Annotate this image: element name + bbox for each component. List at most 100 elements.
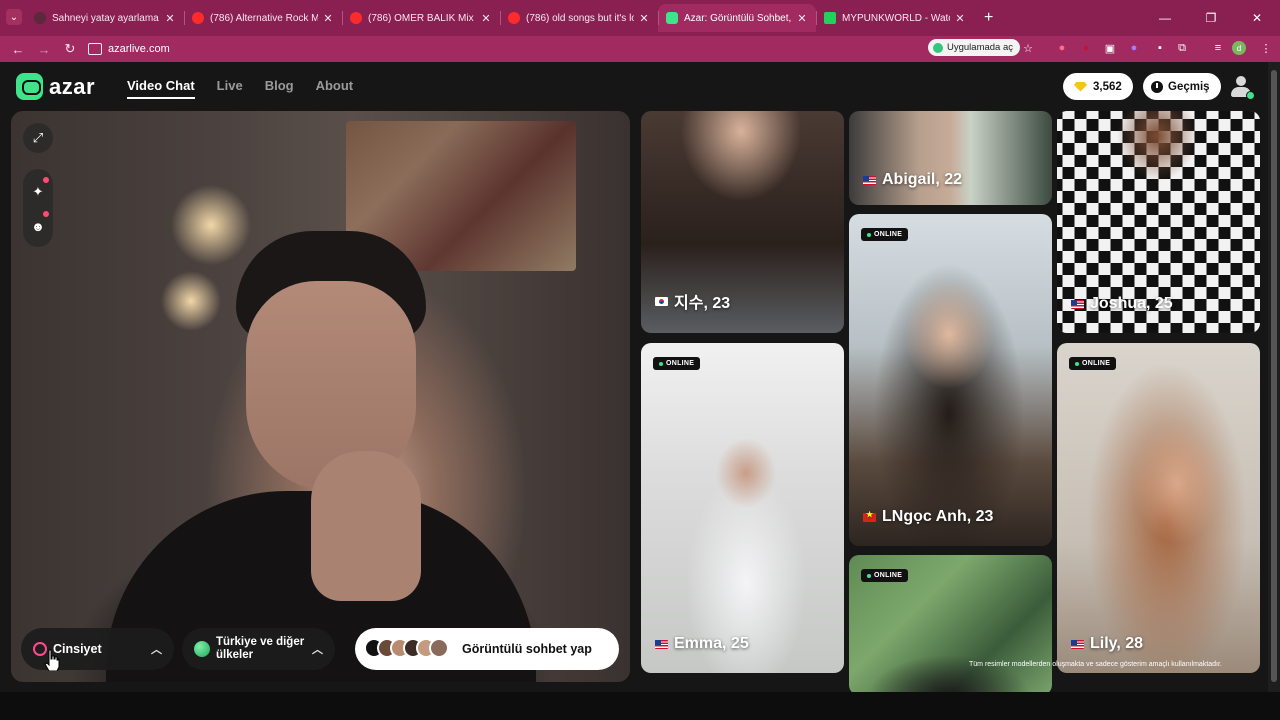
expand-icon[interactable]: ⤢ [23,123,53,153]
youtube-favicon-icon [350,12,362,24]
minimize-icon[interactable]: — [1142,0,1188,36]
new-tab-button[interactable]: + [974,4,1003,32]
flag-us-icon [1071,299,1084,309]
history-label: Geçmiş [1168,80,1210,93]
browser-tab[interactable]: (786) Alternative Rock Mix Playlist ✕ [184,4,342,32]
gender-label: Cinsiyet [53,642,102,656]
model-card[interactable]: Joshua, 25 [1057,111,1260,333]
model-card[interactable]: 지수, 23 [641,111,844,333]
url-field[interactable]: azarlive.com [88,39,170,59]
restore-icon[interactable]: ❐ [1188,0,1234,36]
region-label-line1: Türkiye ve diğer [216,636,305,648]
flag-vn-icon [863,510,876,522]
close-icon[interactable]: ✕ [1234,0,1280,36]
browser-menu-icon[interactable]: ⋮ [1258,40,1274,56]
hand-cursor-icon [44,649,60,671]
avatar-head [1236,76,1246,86]
tab-title: MYPUNKWORLD - Watch clips [842,12,950,24]
tab-close-icon[interactable]: ✕ [322,12,334,25]
history-button[interactable]: Geçmiş [1143,73,1221,100]
media-control-icon[interactable]: ≡ [1210,40,1226,56]
url-text: azarlive.com [108,43,170,55]
model-photo [641,343,844,673]
tab-title: Azar: Görüntülü Sohbet, Anlık [684,12,792,24]
user-hand [311,451,421,601]
model-card[interactable]: ONLINE [849,555,1052,692]
browser-tab[interactable]: (786) OMER BALIK Mix - Best of ✕ [342,4,500,32]
extension-icon[interactable]: ▣ [1102,40,1118,56]
camera-preview: ⤢ ✦ ☻ Cinsiyet ︿ Türkiye ve diğer ülkele… [11,111,630,682]
model-photo [1057,343,1260,673]
model-name-text: 지수, 23 [674,295,731,312]
start-video-chat-button[interactable]: Görüntülü sohbet yap [355,628,619,670]
region-filter-button[interactable]: Türkiye ve diğer ülkeler ︿ [182,628,335,670]
back-icon[interactable]: ← [6,39,30,59]
model-name-text: Emma, 25 [674,635,749,652]
extension-icon[interactable]: ● [1126,40,1142,56]
browser-tab-active[interactable]: Azar: Görüntülü Sohbet, Anlık ✕ [658,4,816,32]
flag-us-icon [1071,639,1084,649]
online-badge: ONLINE [861,569,909,582]
notification-dot [43,177,49,183]
browser-tab[interactable]: (786) old songs but it's lofi remix ✕ [500,4,658,32]
online-badge: ONLINE [861,228,909,241]
model-name-text: LNgọc Anh, 23 [882,508,994,525]
nav-about[interactable]: About [316,78,354,99]
extension-icon[interactable]: ● [1054,40,1070,56]
site-info-icon[interactable] [88,43,102,55]
gem-icon [1074,81,1087,92]
scrollbar-thumb[interactable] [1271,70,1277,682]
nav-video-chat[interactable]: Video Chat [127,78,195,99]
tab-title: (786) OMER BALIK Mix - Best of [368,12,476,24]
browser-tab[interactable]: MYPUNKWORLD - Watch clips ✕ [816,4,974,32]
model-card[interactable]: ONLINE Lily, 28 [1057,343,1260,673]
nav-blog[interactable]: Blog [265,78,294,99]
forward-icon[interactable]: → [32,39,56,59]
bookmark-star-icon[interactable]: ☆ [1020,40,1036,56]
online-badge: ONLINE [653,357,701,370]
azar-logo-icon [16,73,43,100]
tab-close-icon[interactable]: ✕ [796,12,808,25]
site-header: azar Video Chat Live Blog About 3,562 Ge… [0,62,1268,110]
tab-close-icon[interactable]: ✕ [638,12,650,25]
model-name-text: Abigail, 22 [882,171,963,188]
flag-kr-icon [655,296,668,306]
region-label-line2: ülkeler [216,649,254,661]
model-name: Abigail, 22 [863,171,962,189]
tab-close-icon[interactable]: ✕ [164,12,176,25]
tab-search-chevron-icon[interactable]: ⌄ [6,9,22,25]
browser-tab[interactable]: Sahneyi yatay ayarlama ✕ [26,4,184,32]
extension-icon[interactable]: ● [1078,40,1094,56]
model-card[interactable]: ONLINE Emma, 25 [641,343,844,673]
model-card[interactable]: ONLINE LNgọc Anh, 23 [849,214,1052,546]
azar-logo[interactable]: azar [16,73,95,100]
nav-live[interactable]: Live [217,78,243,99]
model-name: Emma, 25 [655,635,749,653]
reload-icon[interactable]: ↻ [58,39,82,59]
tab-close-icon[interactable]: ✕ [954,12,966,25]
clock-icon [1151,80,1163,93]
gems-button[interactable]: 3,562 [1063,73,1133,100]
region-label: Türkiye ve diğer ülkeler [216,636,312,662]
model-name: LNgọc Anh, 23 [863,508,993,526]
model-name-text: Lily, 28 [1090,635,1144,652]
disclaimer-text: Tüm resimler modellerden oluşmakta ve sa… [969,661,1222,668]
profile-avatar-icon[interactable] [1230,74,1255,100]
model-card[interactable]: Abigail, 22 [849,111,1052,205]
profile-avatar-icon[interactable]: d [1232,41,1246,55]
main-nav: Video Chat Live Blog About [127,78,353,99]
address-bar: ← → ↻ azarlive.com Uygulamada aç ☆ ● ● ▣… [0,36,1280,62]
avatar [429,638,449,658]
flag-us-icon [655,639,668,649]
tab-title: (786) Alternative Rock Mix Playlist [210,12,318,24]
tab-close-icon[interactable]: ✕ [480,12,492,25]
page-scrollbar[interactable] [1268,62,1280,692]
youtube-favicon-icon [192,12,204,24]
model-name: Lily, 28 [1071,635,1143,653]
extension-icon[interactable]: ▪ [1152,40,1168,56]
online-status-dot [1246,91,1255,100]
notification-dot [43,211,49,217]
model-name-text: Joshua, 25 [1090,295,1173,312]
open-in-app-button[interactable]: Uygulamada aç [928,39,1021,56]
extensions-puzzle-icon[interactable]: ⧉ [1174,40,1190,56]
